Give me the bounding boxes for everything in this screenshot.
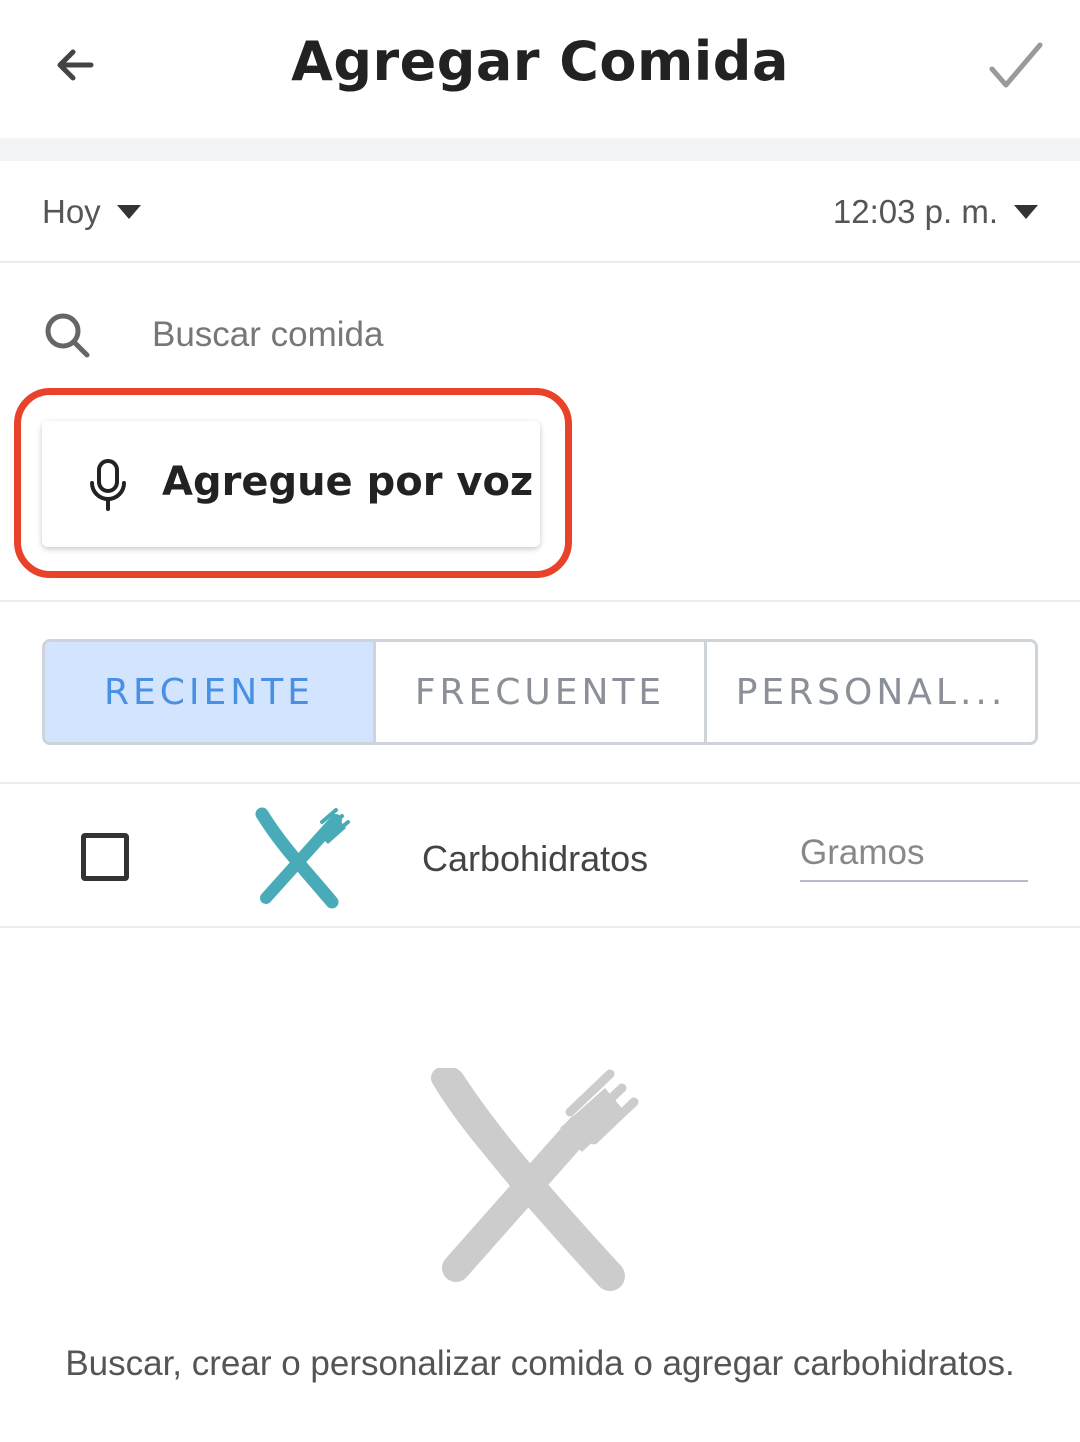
datetime-row: Hoy 12:03 p. m.: [0, 161, 1080, 263]
tab-reciente[interactable]: RECIENTE: [45, 642, 376, 742]
empty-state-message: Buscar, crear o personalizar comida o ag…: [65, 1344, 1015, 1383]
grams-input[interactable]: [800, 826, 1028, 882]
search-bar: [0, 290, 1080, 380]
time-value: 12:03 p. m.: [832, 193, 998, 230]
voice-add-label: Agregue por voz: [162, 459, 534, 505]
microphone-icon: [90, 459, 126, 511]
app-header: Agregar Comida: [0, 0, 1080, 138]
dropdown-arrow-icon: [116, 205, 141, 219]
page-title: Agregar Comida: [291, 30, 789, 93]
food-tabs: RECIENTE FRECUENTE PERSONAL...: [42, 639, 1038, 745]
divider: [0, 600, 1080, 602]
utensils-icon: [431, 1068, 639, 1291]
search-icon: [45, 313, 90, 358]
search-input[interactable]: [152, 308, 1032, 362]
time-dropdown[interactable]: 12:03 p. m.: [833, 189, 1038, 235]
header-separator: [0, 138, 1080, 161]
date-dropdown[interactable]: Hoy: [42, 189, 141, 235]
tab-frecuente[interactable]: FRECUENTE: [376, 642, 707, 742]
voice-add-button[interactable]: Agregue por voz: [42, 421, 540, 547]
dropdown-arrow-icon: [1014, 205, 1038, 219]
confirm-button[interactable]: [980, 30, 1052, 102]
carbs-row: Carbohidratos: [0, 784, 1080, 928]
carbs-checkbox[interactable]: [81, 833, 129, 881]
checkmark-icon: [989, 42, 1043, 88]
carbs-label: Carbohidratos: [422, 838, 649, 879]
tab-personal[interactable]: PERSONAL...: [707, 642, 1035, 742]
utensils-icon: [255, 807, 350, 909]
date-value: Hoy: [42, 193, 101, 230]
